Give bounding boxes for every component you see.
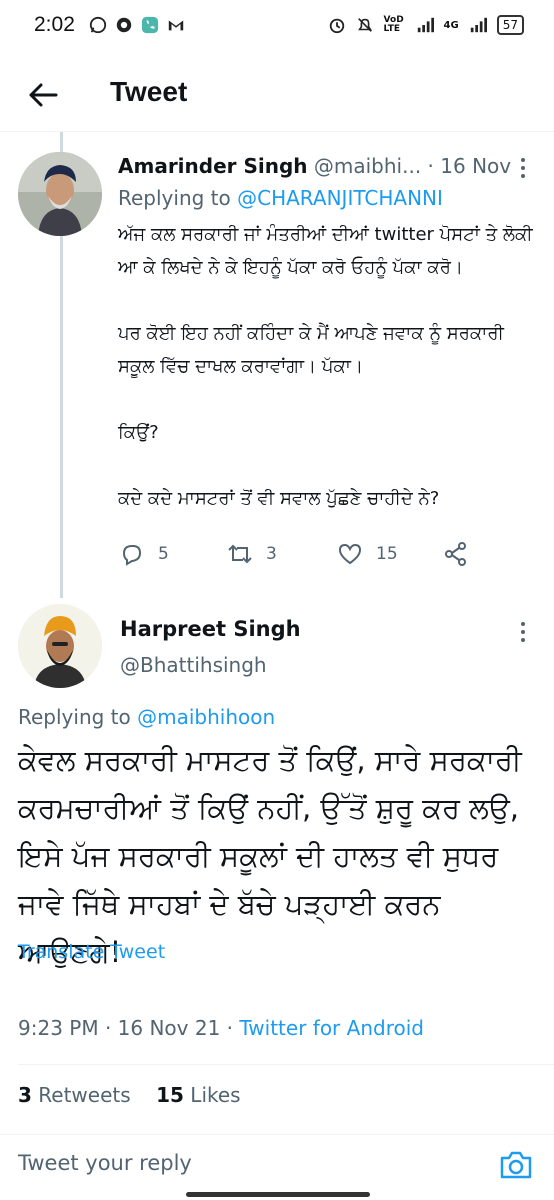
like-count: 15 [376,544,398,564]
likes-stat[interactable]: 15 Likes [156,1083,241,1107]
whatsapp-icon [89,16,106,34]
phone-app-icon [141,16,158,34]
reply-bar: Tweet your reply [0,1134,554,1194]
tweet-metadata: 9:23 PM · 16 Nov 21 · Twitter for Androi… [18,1016,424,1040]
tweet1-body: ਅੱਜ ਕਲ ਸਰਕਾਰੀ ਜਾਂ ਮੰਤਰੀਆਂ ਦੀਆਂ twitter ਪ… [118,218,538,515]
replying-to: Replying to @CHARANJITCHANNI [118,186,443,210]
header-bar: Tweet [0,56,554,132]
more-options-icon[interactable] [514,620,532,644]
carrier-label: VoD LTE [383,15,404,34]
replying-to-mention[interactable]: @maibhihoon [137,705,275,729]
tweet-paragraph: ਕਦੇ ਕਦੇ ਮਾਸਟਰਾਂ ਤੋਂ ਵੀ ਸਵਾਲ ਪੁੱਛਣੇ ਚਾਹੀਦ… [118,488,440,509]
reply-count: 5 [158,544,169,564]
gmail-icon [168,20,184,31]
tweet-paragraph: ਪਰ ਕੋਈ ਇਹ ਨਹੀਂ ਕਹਿੰਦਾ ਕੇ ਮੈਂ ਆਪਣੇ ਜਵਾਕ ਨ… [118,323,504,377]
chrome-icon [116,17,132,33]
camera-icon[interactable] [498,1147,534,1183]
network-label: 4G [443,19,459,31]
tweet1-header: Amarinder Singh @maibhi... · 16 Nov [118,154,511,178]
back-arrow-icon[interactable] [26,78,60,112]
retweet-icon [228,544,252,564]
reply-input[interactable]: Tweet your reply [18,1151,192,1175]
replying-label: Replying to [18,705,138,729]
avatar-image [18,604,102,688]
tweet2-body: ਕੇਵਲ ਸਰਕਾਰੀ ਮਾਸਟਰ ਤੋਂ ਕਿਉਂ, ਸਾਰੇ ਸਰਕਾਰੀ … [18,743,522,969]
more-options-icon[interactable] [514,156,532,180]
translate-tweet-link[interactable]: Translate Tweet [18,941,165,963]
reply-button[interactable]: 5 [118,540,169,568]
retweets-stat[interactable]: 3 Retweets [18,1083,131,1107]
avatar-harpreet[interactable] [18,604,102,688]
tweet-paragraph: ਕਿਉਂ? [118,422,159,443]
status-time: 2:02 [34,13,75,36]
signal-icon [417,17,434,33]
alarm-icon [329,18,344,34]
author-handle[interactable]: @Bhattihsingh [120,653,267,677]
avatar-image [18,152,102,236]
share-button[interactable] [442,540,470,568]
replying-to: Replying to @maibhihoon [18,705,275,729]
tweet-timestamp[interactable]: 9:23 PM · 16 Nov 21 · [18,1016,239,1040]
author-name[interactable]: Amarinder Singh [118,154,308,178]
replying-label: Replying to [118,186,238,210]
like-button[interactable]: 15 [336,540,398,568]
author-name[interactable]: Harpreet Singh [120,617,301,641]
home-indicator [186,1192,370,1197]
share-icon [445,542,466,566]
page-title: Tweet [110,76,188,107]
divider [18,1064,554,1065]
author-handle[interactable]: @maibhi... [314,154,421,178]
tweet-date[interactable]: · 16 Nov [428,154,512,178]
replying-to-mention[interactable]: @CHARANJITCHANNI [237,186,443,210]
tweet-client[interactable]: Twitter for Android [239,1016,424,1040]
tweet-paragraph: ਅੱਜ ਕਲ ਸਰਕਾਰੀ ਜਾਂ ਮੰਤਰੀਆਂ ਦੀਆਂ twitter ਪ… [118,224,533,278]
heart-icon [338,543,362,565]
retweet-button[interactable]: 3 [226,540,277,568]
mute-icon [357,18,372,32]
status-bar: 2:02 VoD LTE 4G 57 [0,0,554,50]
battery-indicator: 57 [496,15,524,35]
tweet1-actions: 5 3 15 [118,540,488,572]
reply-icon [122,545,142,566]
retweet-count: 3 [266,544,277,564]
signal-icon-2 [470,17,487,33]
avatar-amarinder[interactable] [18,152,102,236]
tweet-stats: 3 Retweets 15 Likes [18,1083,241,1107]
